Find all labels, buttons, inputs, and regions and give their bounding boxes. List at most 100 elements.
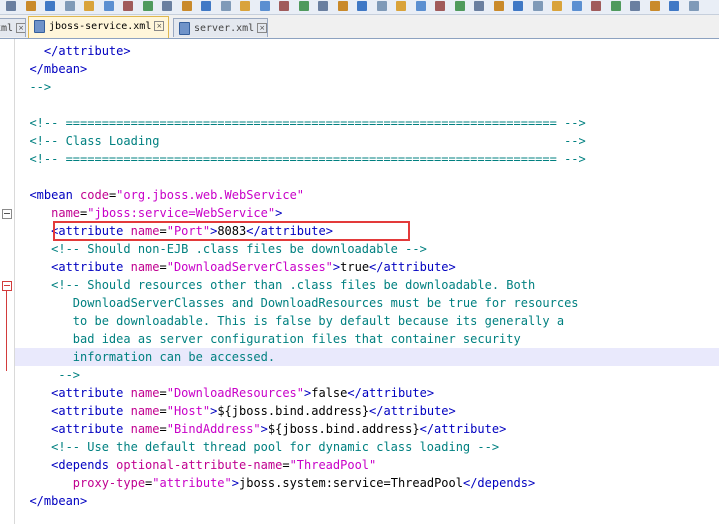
toolbar-button-icon[interactable] [318,1,328,11]
toolbar-button-icon[interactable] [6,1,16,11]
tab-xml[interactable]: xml× [0,18,26,37]
tab-server-xml[interactable]: server.xml × [173,18,268,37]
toolbar-button-icon[interactable] [415,1,426,11]
code-token: name [130,404,160,418]
code-token: <!-- Class Loading --> [15,134,586,148]
code-token: <mbean [15,188,81,202]
toolbar-button-icon[interactable] [25,1,36,11]
code-token: 8083 [217,224,247,238]
toolbar-button-icon[interactable] [64,1,75,11]
code-token: <attribute [15,404,131,418]
toolbar-button-icon[interactable] [376,1,387,11]
toolbar-button-icon[interactable] [435,1,445,11]
fold-range-line [6,291,7,371]
fold-collapse-icon[interactable] [2,209,12,219]
code-line: <!-- Should non-EJB .class files be down… [15,240,719,258]
toolbar-button-icon[interactable] [610,1,621,11]
toolbar-button-icon[interactable] [45,1,55,11]
code-token: > [231,476,239,490]
code-token: </attribute> [369,260,456,274]
code-token: --> [15,368,81,382]
code-line: <attribute name="DownloadServerClasses">… [15,258,719,276]
code-line: <!-- ===================================… [15,114,719,132]
toolbar-button-icon[interactable] [240,1,250,11]
toolbar-button-icon[interactable] [688,1,699,11]
xml-file-icon [34,19,45,33]
code-line: <!-- ===================================… [15,150,719,168]
code-token: = [282,458,290,472]
toolbar-button-icon[interactable] [532,1,543,11]
xml-file-icon [179,21,190,35]
toolbar-button-icon[interactable] [396,1,406,11]
toolbar-button-icon[interactable] [337,1,348,11]
toolbar-button-icon[interactable] [649,1,660,11]
code-line: information can be accessed. [15,348,719,366]
code-token: </depends> [462,476,536,490]
code-token: = [159,224,167,238]
code-line: <attribute name="DownloadResources">fals… [15,384,719,402]
code-token: "attribute" [152,476,232,490]
code-line: </mbean> [15,60,719,78]
toolbar-button-icon[interactable] [513,1,523,11]
code-token: <!-- ===================================… [15,116,586,130]
close-icon[interactable]: × [154,21,165,31]
code-token: > [275,206,283,220]
code-line: to be downloadable. This is false by def… [15,312,719,330]
fold-collapse-icon[interactable] [2,281,12,291]
code-token: </attribute> [15,44,131,58]
editor-gutter [0,39,15,524]
toolbar-button-icon[interactable] [259,1,270,11]
code-token: to be downloadable. This is false by def… [15,314,565,328]
toolbar-button-icon[interactable] [103,1,114,11]
code-token: = [159,404,167,418]
code-token: <attribute [15,224,131,238]
toolbar-button-icon[interactable] [181,1,192,11]
toolbar-button-icon[interactable] [454,1,465,11]
tab-label: server.xml [194,23,255,34]
code-token: "jboss:service=WebService" [87,206,276,220]
toolbar-button-icon[interactable] [279,1,289,11]
toolbar-button-icon[interactable] [552,1,562,11]
code-token: = [159,260,167,274]
code-line: <attribute name="Host">${jboss.bind.addr… [15,402,719,420]
code-token: name [130,260,160,274]
code-token: false [311,386,348,400]
toolbar-button-icon[interactable] [201,1,211,11]
code-line: bad idea as server configuration files t… [15,330,719,348]
code-token: "ThreadPool" [289,458,377,472]
tab-jboss-service-xml[interactable]: jboss-service.xml × [28,16,169,38]
toolbar-button-icon[interactable] [84,1,94,11]
code-token: name [130,422,160,436]
toolbar-button-icon[interactable] [142,1,153,11]
toolbar-button-icon[interactable] [357,1,367,11]
toolbar-button-icon[interactable] [220,1,231,11]
toolbar-button-icon[interactable] [493,1,504,11]
close-icon[interactable]: × [16,23,25,33]
code-token: name [51,206,81,220]
toolbar-button-icon[interactable] [669,1,679,11]
toolbar-button-icon[interactable] [591,1,601,11]
toolbar-button-icon[interactable] [474,1,484,11]
toolbar-button-icon[interactable] [123,1,133,11]
code-token: DownloadServerClasses and DownloadResour… [15,296,579,310]
toolbar-button-icon[interactable] [162,1,172,11]
code-line: proxy-type="attribute">jboss.system:serv… [15,474,719,492]
code-token: "org.jboss.web.WebService" [116,188,305,202]
code-token: ${jboss.bind.address} [217,404,370,418]
code-token: jboss.system:service=ThreadPool [239,476,463,490]
close-icon[interactable]: × [257,23,267,33]
code-token: "DownloadResources" [166,386,305,400]
code-token: <!-- Should non-EJB .class files be down… [15,242,427,256]
code-token: </attribute> [419,422,507,436]
code-token: ${jboss.bind.address} [267,422,420,436]
code-line: <mbean code="org.jboss.web.WebService" [15,186,719,204]
code-token: <depends [15,458,117,472]
code-line: DownloadServerClasses and DownloadResour… [15,294,719,312]
toolbar-button-icon[interactable] [298,1,309,11]
toolbar-button-icon[interactable] [571,1,582,11]
code-token: name [130,224,160,238]
toolbar-button-icon[interactable] [630,1,640,11]
code-line: </attribute> [15,42,719,60]
code-editor[interactable]: </attribute> </mbean> --> <!-- =========… [15,39,719,524]
